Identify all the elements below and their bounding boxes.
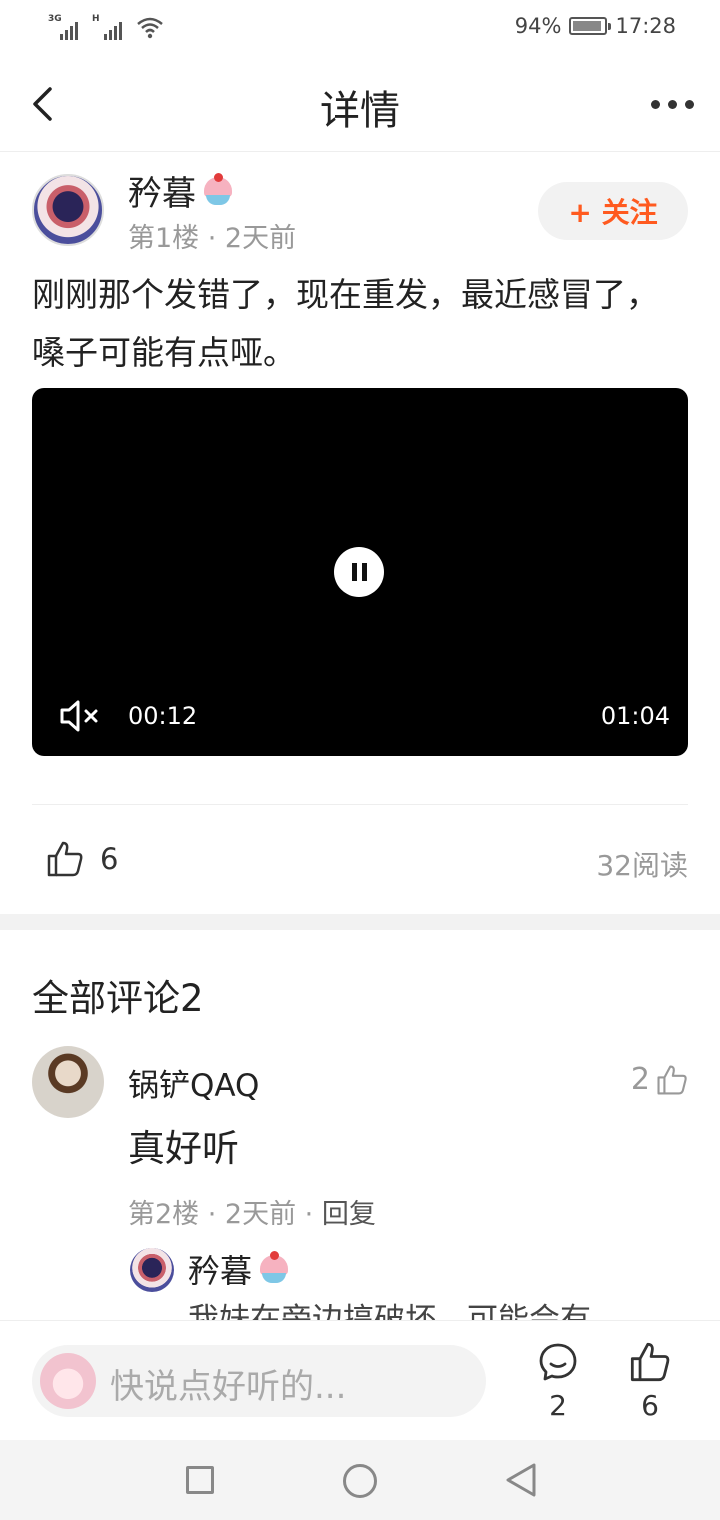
comments-heading: 全部评论2 — [32, 977, 204, 1020]
reply-author-avatar[interactable] — [130, 1248, 174, 1292]
network-type-2: H — [92, 14, 100, 24]
comment-like-count: 2 — [630, 1062, 650, 1097]
comment-bubble-icon — [539, 1343, 577, 1381]
like-button[interactable]: 6 — [620, 1341, 680, 1422]
reply-author-row[interactable]: 矜暮 — [188, 1246, 292, 1292]
comment-input-placeholder: 快说点好听的... — [110, 1367, 347, 1407]
video-current-time: 00:12 — [128, 702, 198, 730]
post-like-count: 6 — [100, 842, 119, 876]
more-dots-icon[interactable] — [651, 100, 694, 109]
reply-author-name: 矜暮 — [188, 1252, 253, 1290]
read-count: 32阅读 — [596, 849, 688, 882]
commenter-avatar[interactable] — [32, 1046, 104, 1118]
mute-speaker-icon[interactable] — [58, 698, 102, 734]
battery-percent: 94% — [514, 14, 562, 38]
status-bar: 3G H 94% 17:28 — [0, 0, 720, 56]
shaved-ice-emoji-icon — [256, 1251, 292, 1287]
comment-meta: 第2楼 · 2天前 · 回复 — [128, 1192, 376, 1231]
video-player[interactable]: 00:12 01:04 — [32, 388, 688, 756]
post-header: 矜暮 第1楼 · 2天前 + 关注 — [32, 170, 688, 254]
back-triangle-icon[interactable] — [504, 1462, 538, 1498]
video-total-time: 01:04 — [600, 702, 670, 730]
signal-indicators: 3G H — [48, 14, 164, 40]
comment-floor-time: 第2楼 · 2天前 · — [128, 1199, 322, 1230]
thumbs-up-icon — [630, 1342, 670, 1382]
commenter-name[interactable]: 锅铲QAQ — [128, 1060, 259, 1105]
home-circle-icon[interactable] — [343, 1464, 377, 1498]
wifi-icon — [137, 17, 163, 39]
comment-input[interactable]: 快说点好听的... — [32, 1345, 486, 1417]
shaved-ice-emoji-icon — [200, 172, 236, 209]
signal-3g-icon: 3G — [48, 14, 82, 40]
follow-button[interactable]: + 关注 — [538, 182, 688, 240]
thumbs-up-icon — [657, 1064, 687, 1095]
page-title: 详情 — [320, 88, 400, 134]
comment-like-button[interactable]: 2 — [631, 1062, 688, 1097]
comment-text: 真好听 — [128, 1127, 239, 1170]
reply-link[interactable]: 回复 — [322, 1199, 376, 1230]
likes-count: 6 — [641, 1389, 659, 1422]
signal-h-icon: H — [92, 14, 126, 40]
top-nav-bar: 详情 — [0, 56, 720, 152]
post-body-text: 刚刚那个发错了，现在重发，最近感冒了，嗓子可能有点哑。 — [32, 275, 659, 372]
post-meta: 第1楼 · 2天前 — [128, 223, 297, 254]
clock: 17:28 — [615, 14, 676, 38]
battery-icon — [569, 17, 612, 35]
post-stats-row: 6 32阅读 — [44, 836, 688, 886]
section-separator — [0, 914, 720, 930]
recent-apps-square-icon[interactable] — [186, 1466, 214, 1494]
reply-text: 我妹在旁边搞破坏，可能会有 — [188, 1302, 591, 1320]
author-avatar[interactable] — [32, 174, 104, 246]
divider — [32, 804, 688, 805]
comments-button[interactable]: 2 — [528, 1341, 588, 1422]
author-name-row[interactable]: 矜暮 — [128, 166, 236, 215]
pause-button[interactable] — [334, 547, 384, 597]
system-nav-bar — [0, 1440, 720, 1520]
bottom-action-bar: 快说点好听的... 2 6 — [0, 1320, 720, 1440]
author-name: 矜暮 — [128, 174, 196, 214]
comments-count: 2 — [549, 1389, 567, 1422]
my-avatar — [40, 1353, 96, 1409]
thumbs-up-icon[interactable] — [46, 840, 84, 878]
